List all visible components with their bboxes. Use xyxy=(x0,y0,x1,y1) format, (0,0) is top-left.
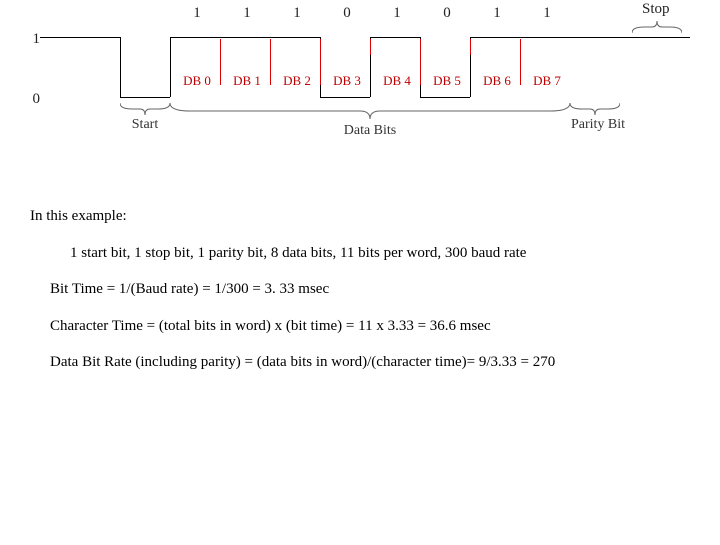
db-label: DB 4 xyxy=(372,73,422,89)
explanation-text: In this example: 1 start bit, 1 stop bit… xyxy=(30,205,690,388)
bit-time-line: Bit Time = 1/(Baud rate) = 1/300 = 3. 33… xyxy=(50,278,690,301)
bit-value: 1 xyxy=(222,5,272,22)
bit-value: 1 xyxy=(522,5,572,22)
db-label: DB 1 xyxy=(222,73,272,89)
brace-start-label: Start xyxy=(120,117,170,133)
brace-start xyxy=(120,103,170,117)
brace-data-label: Data Bits xyxy=(170,123,570,139)
db-label: DB 7 xyxy=(522,73,572,89)
bit-value: 0 xyxy=(422,5,472,22)
y-axis-high: 1 xyxy=(20,31,40,48)
db-label: DB 3 xyxy=(322,73,372,89)
db-label: DB 2 xyxy=(272,73,322,89)
uart-waveform-diagram: 1 0 1 1 1 0 1 0 1 1 Stop xyxy=(20,5,700,185)
brace-parity-label: Parity Bit xyxy=(558,117,638,133)
brace-parity xyxy=(570,103,620,117)
char-time-line: Character Time = (total bits in word) x … xyxy=(50,315,690,338)
db-label: DB 6 xyxy=(472,73,522,89)
db-label: DB 0 xyxy=(172,73,222,89)
intro-line: In this example: xyxy=(30,205,690,228)
brace-data xyxy=(170,103,570,123)
bit-value: 1 xyxy=(272,5,322,22)
bit-value: 0 xyxy=(322,5,372,22)
y-axis-low: 0 xyxy=(20,91,40,108)
data-rate-line: Data Bit Rate (including parity) = (data… xyxy=(50,351,690,374)
brace-stop xyxy=(632,19,682,33)
stop-label: Stop xyxy=(642,1,670,18)
params-line: 1 start bit, 1 stop bit, 1 parity bit, 8… xyxy=(70,242,690,265)
db-label: DB 5 xyxy=(422,73,472,89)
bit-value: 1 xyxy=(372,5,422,22)
bit-value: 1 xyxy=(472,5,522,22)
bit-value: 1 xyxy=(172,5,222,22)
